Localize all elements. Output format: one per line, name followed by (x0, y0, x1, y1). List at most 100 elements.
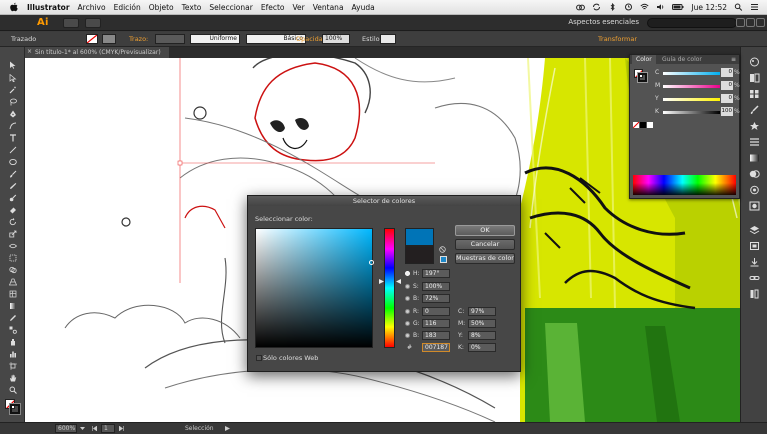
brightness-radio[interactable] (405, 296, 410, 301)
yellow-slider[interactable] (663, 98, 720, 101)
black-swatch[interactable] (640, 122, 646, 128)
zoom-field[interactable]: 600% (55, 424, 77, 433)
color-swatches-button[interactable]: Muestras de color (455, 253, 515, 264)
blue-input[interactable]: 183 (422, 331, 450, 340)
time-machine-icon[interactable] (624, 3, 633, 11)
help-search-input[interactable] (647, 18, 737, 28)
blue-radio[interactable] (405, 333, 410, 338)
menu-clock[interactable]: Jue 12:52 (691, 3, 727, 12)
eraser-tool-icon[interactable] (9, 206, 17, 214)
graphic-style-picker[interactable] (380, 34, 396, 44)
symbol-sprayer-tool-icon[interactable] (9, 338, 17, 346)
hue-slider-left-arrow[interactable] (379, 279, 384, 284)
red-input[interactable]: 0 (422, 307, 450, 316)
asset-export-panel-icon[interactable] (749, 257, 760, 267)
graphic-styles-panel-icon[interactable] (749, 201, 760, 211)
battery-icon[interactable] (672, 3, 684, 11)
cmyk-yellow-input[interactable]: 8% (468, 331, 496, 340)
links-panel-icon[interactable] (749, 273, 760, 283)
eyedropper-tool-icon[interactable] (9, 314, 17, 322)
opacity-field[interactable]: 100% (322, 34, 350, 44)
none-swatch[interactable] (633, 122, 639, 128)
menu-texto[interactable]: Texto (182, 3, 202, 12)
hue-slider-right-arrow[interactable] (396, 279, 401, 284)
pencil-tool-icon[interactable] (9, 182, 17, 190)
menu-edicion[interactable]: Edición (114, 3, 141, 12)
first-artboard-icon[interactable] (92, 426, 97, 431)
notification-center-icon[interactable] (750, 3, 759, 11)
yellow-value[interactable]: 0 (721, 94, 733, 103)
hue-slider[interactable] (384, 228, 395, 348)
green-input[interactable]: 116 (422, 319, 450, 328)
document-tab[interactable]: × Sin título-1* al 600% (CMYK/Previsuali… (25, 47, 169, 58)
hand-tool-icon[interactable] (9, 374, 17, 382)
fill-color-swatch[interactable] (86, 34, 98, 44)
spotlight-icon[interactable] (734, 3, 743, 11)
artboard-number-field[interactable]: 1 (101, 424, 115, 433)
transform-link[interactable]: Transformar (598, 35, 637, 43)
cyan-value[interactable]: 0 (721, 68, 733, 77)
black-slider[interactable] (663, 111, 720, 114)
maximize-button[interactable] (746, 18, 755, 27)
saturation-brightness-field[interactable] (255, 228, 374, 348)
lasso-tool-icon[interactable] (9, 98, 17, 106)
width-tool-icon[interactable] (9, 242, 17, 250)
minimize-button[interactable] (736, 18, 745, 27)
type-tool-icon[interactable] (9, 134, 17, 142)
cancel-button[interactable]: Cancelar (455, 239, 515, 250)
stroke-swatch[interactable] (9, 403, 21, 415)
creative-cloud-icon[interactable] (576, 3, 586, 11)
cmyk-cyan-input[interactable]: 97% (468, 307, 496, 316)
next-artboard-icon[interactable] (119, 426, 124, 431)
scale-tool-icon[interactable] (9, 230, 17, 238)
transparency-panel-icon[interactable] (749, 169, 760, 179)
magenta-value[interactable]: 0 (721, 81, 733, 90)
mesh-tool-icon[interactable] (9, 290, 17, 298)
artboards-panel-icon[interactable] (749, 241, 760, 251)
menu-ventana[interactable]: Ventana (313, 3, 344, 12)
swatches-panel-icon[interactable] (749, 89, 760, 99)
zoom-tool-icon[interactable] (9, 386, 17, 394)
fill-dropdown[interactable] (102, 34, 116, 44)
web-colors-checkbox-box[interactable] (256, 355, 262, 361)
fill-stroke-widget[interactable] (5, 399, 21, 415)
current-tool-label[interactable]: Selección (185, 425, 214, 432)
magenta-slider[interactable] (663, 85, 720, 88)
rotate-tool-icon[interactable] (9, 218, 17, 226)
perspective-grid-tool-icon[interactable] (9, 278, 17, 286)
line-segment-tool-icon[interactable] (9, 146, 17, 154)
color-spectrum-bar[interactable] (633, 175, 736, 195)
hex-input[interactable]: 007187 (422, 343, 450, 352)
hue-input[interactable]: 197° (422, 269, 450, 278)
original-color-preview[interactable] (405, 246, 434, 264)
rectangle-tool-icon[interactable] (9, 158, 17, 166)
free-transform-tool-icon[interactable] (9, 254, 17, 262)
tab-color[interactable]: Color (632, 55, 656, 64)
gradient-tool-icon[interactable] (9, 302, 17, 310)
stroke-weight-field[interactable] (155, 34, 185, 44)
menu-ayuda[interactable]: Ayuda (352, 3, 375, 12)
zoom-dropdown-icon[interactable] (80, 426, 85, 431)
pen-tool-icon[interactable] (9, 110, 17, 118)
appearance-panel-icon[interactable] (749, 185, 760, 195)
magic-wand-tool-icon[interactable] (9, 86, 17, 94)
color-panel-icon[interactable] (749, 57, 760, 67)
bluetooth-icon[interactable] (608, 3, 617, 11)
menu-seleccionar[interactable]: Seleccionar (209, 3, 252, 12)
volume-icon[interactable] (656, 3, 665, 11)
menu-ver[interactable]: Ver (292, 3, 304, 12)
artboard-tool-icon[interactable] (9, 362, 17, 370)
panel-menu-icon[interactable]: ≡ (731, 55, 736, 64)
red-radio[interactable] (405, 309, 410, 314)
direct-selection-tool-icon[interactable] (9, 74, 17, 82)
color-field-cursor[interactable] (369, 260, 374, 265)
cc-libraries-panel-icon[interactable] (749, 289, 760, 299)
ok-button[interactable]: OK (455, 225, 515, 236)
workspace-switcher[interactable]: Aspectos esenciales (568, 18, 639, 26)
layers-panel-icon[interactable] (749, 225, 760, 235)
menu-archivo[interactable]: Archivo (78, 3, 106, 12)
menu-objeto[interactable]: Objeto (149, 3, 174, 12)
hue-radio[interactable] (405, 271, 410, 276)
column-graph-tool-icon[interactable] (9, 350, 17, 358)
cyan-slider[interactable] (663, 72, 720, 75)
